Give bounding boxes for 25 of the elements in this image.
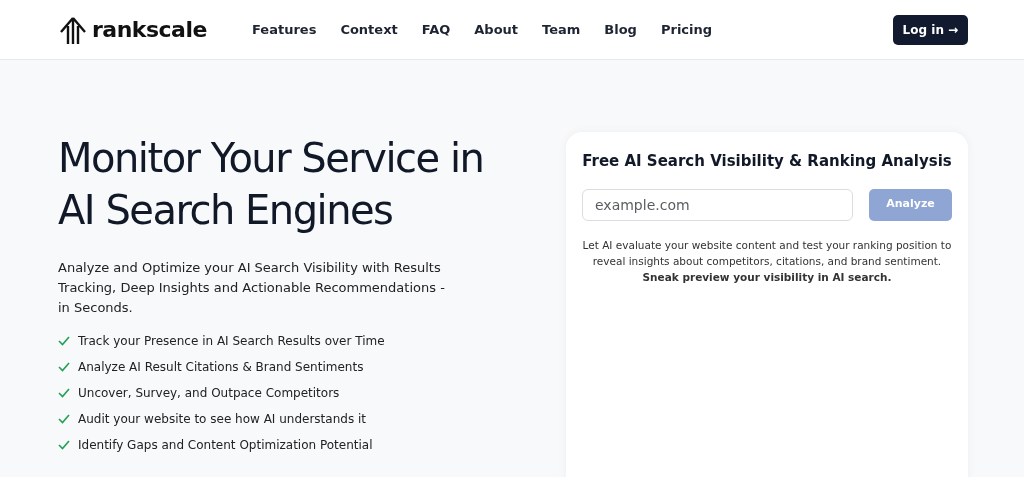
nav-link[interactable]: Pricing [660, 19, 713, 40]
url-field[interactable]: example.com [582, 188, 853, 221]
hero-subtitle: Analyze and Optimize your AI Search Visibility with Results Tracking, Deep Insights and Actionable Recommendations - in Seconds. [58, 259, 446, 317]
nav-link[interactable]: Features [252, 19, 317, 40]
logo-icon [58, 15, 88, 44]
feature-text: Uncover, Survey, and Outpace Competitors [78, 385, 340, 402]
check-icon [58, 336, 70, 346]
nav-link[interactable]: About [474, 19, 519, 40]
check-icon [58, 440, 70, 450]
check-icon [58, 362, 70, 372]
nav-link[interactable]: FAQ [421, 19, 451, 40]
feature-text: Track your Presence in AI Search Results over Time [78, 333, 385, 350]
check-icon [58, 414, 70, 424]
brand-name: rankscale [92, 16, 207, 44]
card-description: Let AI evaluate your website content and test your ranking position to reveal insights about competitors, citations, and brand sentiment. Sneak preview your visibility in AI search. [582, 237, 952, 285]
nav-link[interactable]: Context [340, 19, 398, 40]
nav-link[interactable]: Blog [604, 19, 637, 40]
card-title: Free AI Search Visibility & Ranking Analysis [582, 151, 952, 172]
feature-text: Audit your website to see how AI understands it [78, 411, 366, 428]
feature-text: Analyze AI Result Citations & Brand Sentiments [78, 359, 364, 376]
nav-link[interactable]: Team [542, 19, 581, 40]
hero-title: Monitor Your Service in AI Search Engines [58, 134, 485, 235]
login-button[interactable]: Log in → [892, 14, 968, 45]
check-icon [58, 388, 70, 398]
feature-text: Identify Gaps and Content Optimization Potential [78, 437, 373, 454]
